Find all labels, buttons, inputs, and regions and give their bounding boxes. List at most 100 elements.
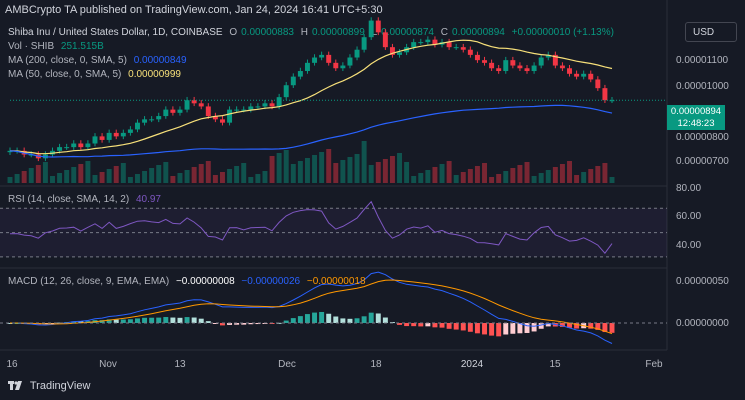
volume-bar bbox=[474, 166, 480, 183]
candle-body bbox=[382, 32, 388, 48]
candle-body bbox=[312, 57, 318, 63]
rsi-label: RSI (14, close, SMA, 14, 2) bbox=[8, 194, 130, 205]
volume-bar bbox=[489, 177, 495, 183]
candle-body bbox=[567, 68, 572, 74]
candle-body bbox=[411, 42, 417, 48]
macd-histogram-bar bbox=[439, 323, 445, 328]
volume-bar bbox=[78, 164, 84, 183]
x-tick-dec: Dec bbox=[278, 359, 296, 370]
volume-bar bbox=[156, 165, 162, 183]
macd-histogram-bar bbox=[184, 317, 190, 323]
macd-signal-value: −0.00000018 bbox=[306, 276, 366, 287]
candle-body bbox=[347, 57, 353, 66]
candle-body bbox=[446, 42, 452, 48]
candle-body bbox=[85, 143, 91, 148]
volume-bar bbox=[588, 169, 594, 183]
volume-bar bbox=[361, 141, 367, 183]
candle-body bbox=[106, 132, 112, 140]
candle-body bbox=[559, 65, 565, 69]
candle-body bbox=[524, 68, 530, 72]
volume-bar bbox=[198, 164, 204, 183]
candle-body bbox=[482, 60, 487, 63]
volume-bar bbox=[503, 171, 509, 183]
last-price: 0.00000894 bbox=[670, 106, 722, 117]
volume-bar bbox=[283, 150, 289, 183]
volume-bar bbox=[595, 166, 601, 183]
volume-bar bbox=[92, 175, 98, 183]
candle-body bbox=[319, 54, 325, 58]
volume-bar bbox=[290, 164, 296, 183]
macd-histogram-bar bbox=[382, 317, 388, 323]
volume-bar bbox=[241, 163, 247, 183]
macd-histogram-bar bbox=[503, 323, 509, 335]
candle-body bbox=[425, 39, 431, 43]
volume-bar bbox=[418, 173, 424, 183]
y-tick-3: 0.00000800 bbox=[676, 132, 729, 143]
candle-body bbox=[99, 136, 105, 140]
volume-bar bbox=[340, 160, 346, 183]
y-tick-4: 0.00000700 bbox=[676, 156, 729, 167]
candle-body bbox=[333, 62, 339, 69]
macd-histogram-bar bbox=[354, 318, 360, 323]
volume-bar bbox=[142, 171, 148, 183]
volume-bar bbox=[149, 168, 155, 183]
macd-histogram-bar bbox=[156, 317, 162, 323]
volume-bar bbox=[21, 171, 27, 183]
candle-body bbox=[602, 88, 608, 101]
candle-body bbox=[340, 65, 346, 69]
volume-bar bbox=[234, 166, 240, 183]
macd-histogram-bar bbox=[453, 323, 459, 330]
rsi-tick-40: 40.00 bbox=[676, 240, 702, 251]
candle-body bbox=[127, 129, 133, 133]
volume-bar bbox=[262, 171, 268, 183]
macd-histogram-bar bbox=[418, 323, 424, 327]
macd-histogram-bar bbox=[524, 323, 530, 333]
volume-bar bbox=[113, 166, 119, 183]
macd-histogram-bar bbox=[368, 312, 374, 323]
ma200-line bbox=[9, 104, 613, 158]
volume-bar bbox=[496, 174, 502, 183]
volume-bar bbox=[382, 159, 388, 183]
macd-histogram-bar bbox=[340, 318, 346, 323]
volume-bar bbox=[545, 170, 551, 183]
macd-histogram-bar bbox=[127, 319, 133, 323]
tradingview-logo-icon bbox=[8, 381, 22, 390]
candle-body bbox=[255, 106, 261, 108]
volume-bar bbox=[467, 169, 473, 183]
volume-bar bbox=[106, 169, 112, 183]
macd-tick-high: 0.00000050 bbox=[676, 276, 729, 287]
macd-histogram-bar bbox=[467, 323, 473, 332]
volume-bar bbox=[269, 156, 275, 183]
macd-hist-value: −0.00000008 bbox=[175, 276, 235, 287]
volume-bar bbox=[57, 173, 63, 183]
volume-bar bbox=[559, 164, 565, 183]
volume-bar bbox=[404, 162, 410, 183]
candle-body bbox=[276, 97, 282, 107]
candle-body bbox=[248, 106, 254, 110]
rsi-tick-60: 60.00 bbox=[676, 211, 702, 222]
volume-bar bbox=[184, 170, 190, 183]
volume-bar bbox=[7, 177, 13, 183]
candle-body bbox=[191, 100, 197, 104]
candle-body bbox=[453, 47, 459, 49]
candle-body bbox=[397, 52, 403, 55]
volume-bar bbox=[99, 172, 105, 183]
candle-body bbox=[205, 106, 211, 117]
volume-bar bbox=[42, 162, 48, 183]
candle-body bbox=[227, 109, 233, 123]
candle-body bbox=[149, 119, 155, 121]
macd-histogram-bar bbox=[326, 313, 332, 323]
volume-bar bbox=[446, 161, 452, 183]
volume-bar bbox=[127, 177, 133, 183]
candle-body bbox=[156, 116, 162, 120]
volume-bar bbox=[460, 172, 466, 183]
volume-bar bbox=[163, 162, 169, 183]
volume-bar bbox=[524, 162, 530, 183]
volume-bar bbox=[35, 165, 41, 183]
candle-body bbox=[198, 103, 204, 107]
macd-histogram-bar bbox=[531, 323, 537, 332]
volume-bar bbox=[297, 161, 303, 183]
candle-body bbox=[92, 136, 98, 144]
candle-body bbox=[361, 37, 367, 50]
macd-legend: MACD (12, 26, close, 9, EMA, EMA) −0.000… bbox=[8, 276, 370, 287]
